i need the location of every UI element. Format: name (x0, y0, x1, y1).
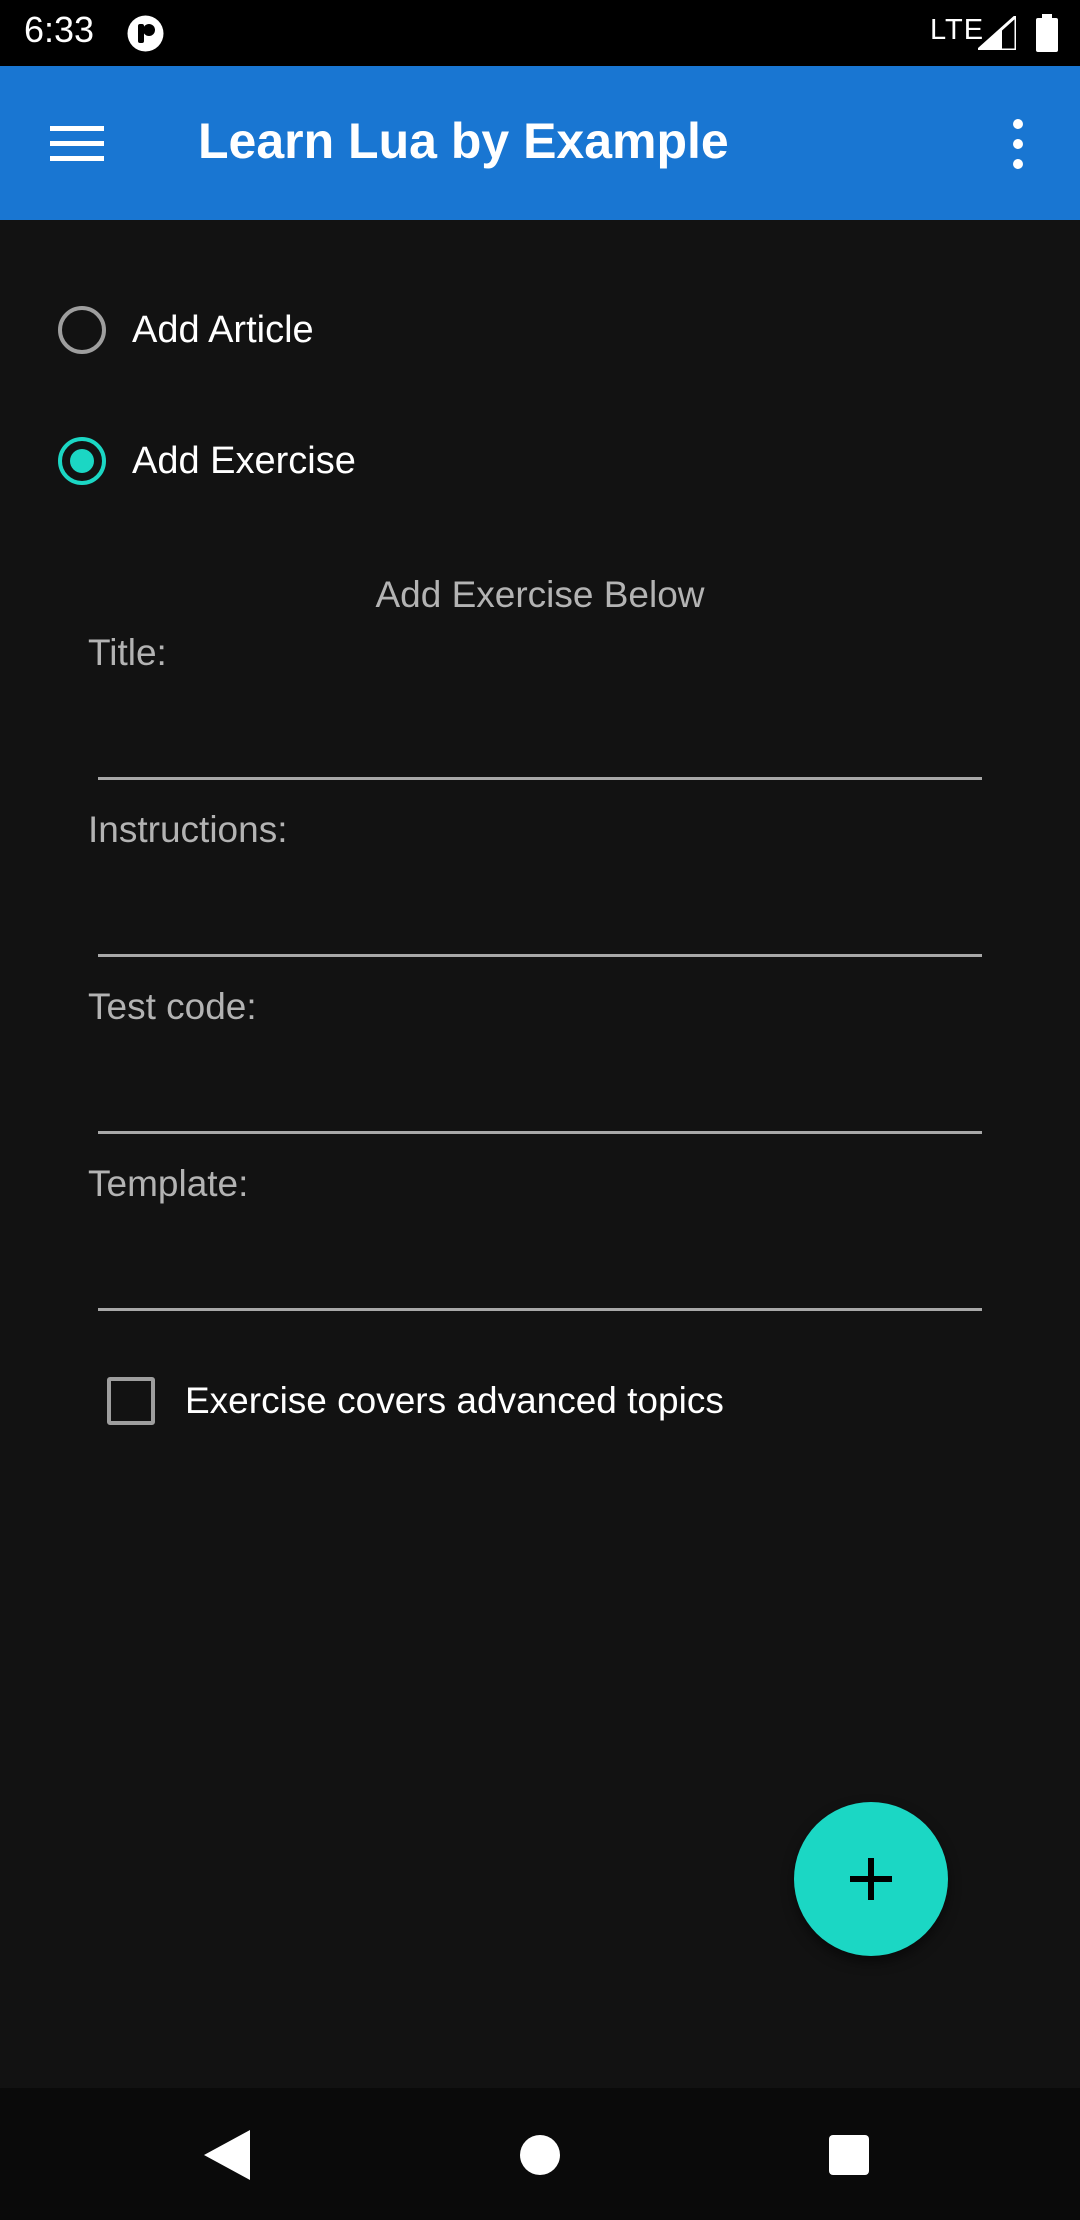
instructions-label: Instructions: (88, 809, 288, 850)
advanced-topics-checkbox-row[interactable]: Exercise covers advanced topics (107, 1373, 724, 1429)
checkbox-label: Exercise covers advanced topics (185, 1380, 724, 1421)
advanced-topics-checkbox[interactable] (107, 1377, 155, 1425)
template-label: Template: (88, 1163, 249, 1204)
page-title: Learn Lua by Example (198, 113, 729, 169)
plus-icon (850, 1858, 892, 1900)
battery-icon (1036, 14, 1058, 52)
radio-add-article[interactable]: Add Article (58, 300, 314, 360)
radio-button-unchecked[interactable] (58, 306, 106, 354)
signal-icon (978, 16, 1016, 50)
more-vert-icon[interactable] (1002, 118, 1034, 170)
test-code-field[interactable] (98, 1068, 982, 1134)
app-notification-icon (127, 15, 164, 52)
back-icon[interactable] (204, 2130, 250, 2180)
title-field[interactable] (98, 714, 982, 780)
radio-label: Add Article (132, 308, 314, 351)
status-time: 6:33 (24, 9, 95, 50)
radio-label: Add Exercise (132, 439, 356, 482)
app-bar: Learn Lua by Example (0, 66, 1080, 220)
instructions-field[interactable] (98, 891, 982, 957)
recents-icon[interactable] (828, 2134, 870, 2176)
add-fab-button[interactable] (794, 1802, 948, 1956)
system-nav-bar (0, 2088, 1080, 2220)
network-type: LTE (930, 14, 985, 46)
home-icon[interactable] (519, 2134, 561, 2176)
test-code-label: Test code: (88, 986, 257, 1027)
form-heading: Add Exercise Below (375, 574, 705, 615)
title-label: Title: (88, 632, 167, 673)
status-bar: 6:33 LTE (0, 0, 1080, 66)
radio-button-checked[interactable] (58, 437, 106, 485)
menu-icon[interactable] (50, 124, 104, 164)
template-field[interactable] (98, 1245, 982, 1311)
radio-add-exercise[interactable]: Add Exercise (58, 431, 356, 491)
